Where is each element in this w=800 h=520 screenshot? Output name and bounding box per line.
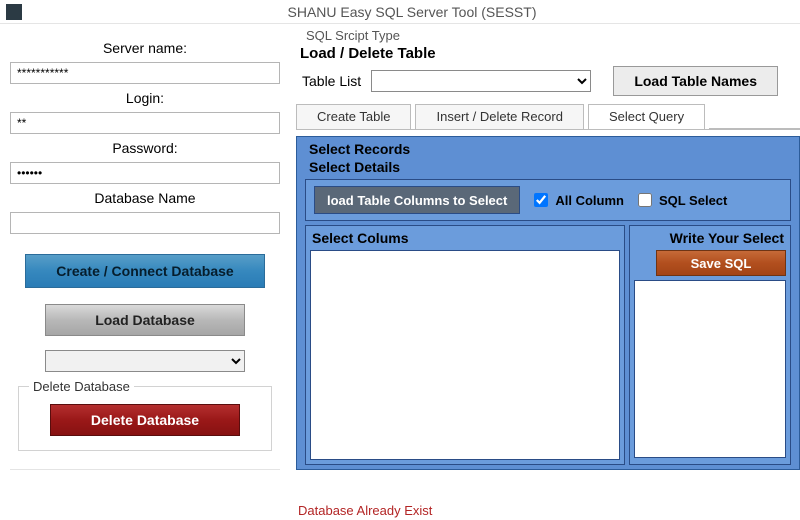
write-select-title: Write Your Select [634, 228, 786, 250]
database-name-input[interactable] [10, 212, 280, 234]
tab-select-query[interactable]: Select Query [588, 104, 705, 129]
server-name-label: Server name: [10, 40, 280, 56]
write-select-group: Write Your Select Save SQL [629, 225, 791, 465]
select-columns-group: Select Colums [305, 225, 625, 465]
sql-select-checkbox[interactable] [638, 193, 652, 207]
all-column-checkbox-text: All Column [555, 193, 624, 208]
table-list-label: Table List [302, 73, 361, 89]
delete-database-group: Delete Database Delete Database [18, 386, 272, 451]
sql-select-checkbox-label[interactable]: SQL Select [634, 190, 727, 210]
table-list-dropdown[interactable] [371, 70, 591, 92]
all-column-checkbox-label[interactable]: All Column [530, 190, 624, 210]
database-name-label: Database Name [10, 190, 280, 206]
sql-tabs: Create Table Insert / Delete Record Sele… [296, 104, 800, 130]
load-table-columns-button[interactable]: load Table Columns to Select [314, 186, 520, 214]
server-name-input[interactable] [10, 62, 280, 84]
all-column-checkbox[interactable] [534, 193, 548, 207]
select-details-title: Select Details [301, 159, 795, 179]
sql-select-checkbox-text: SQL Select [659, 193, 727, 208]
status-text: Database Already Exist [298, 503, 432, 518]
tab-create-table[interactable]: Create Table [296, 104, 411, 129]
window-title: SHANU Easy SQL Server Tool (SESST) [30, 4, 794, 20]
password-input[interactable] [10, 162, 280, 184]
select-records-title: Select Records [301, 139, 795, 159]
login-input[interactable] [10, 112, 280, 134]
select-query-pane: Select Records Select Details load Table… [296, 136, 800, 470]
password-label: Password: [10, 140, 280, 156]
database-dropdown[interactable] [45, 350, 245, 372]
select-columns-list[interactable] [310, 250, 620, 460]
sql-script-panel: SQL Srcipt Type Load / Delete Table Tabl… [290, 24, 800, 520]
select-columns-title: Select Colums [310, 228, 620, 250]
app-icon [6, 4, 22, 20]
load-database-button[interactable]: Load Database [45, 304, 245, 336]
load-delete-table-title: Load / Delete Table [300, 45, 800, 62]
tab-insert-delete-record[interactable]: Insert / Delete Record [415, 104, 583, 129]
create-connect-database-button[interactable]: Create / Connect Database [25, 254, 265, 288]
delete-database-button[interactable]: Delete Database [50, 404, 240, 436]
sql-script-type-label: SQL Srcipt Type [306, 28, 800, 43]
connection-panel: Server name: Login: Password: Database N… [0, 24, 290, 520]
left-footer-hint [10, 469, 280, 478]
select-details-toolbar: load Table Columns to Select All Column … [305, 179, 791, 221]
load-table-names-button[interactable]: Load Table Names [613, 66, 778, 96]
login-label: Login: [10, 90, 280, 106]
delete-database-group-title: Delete Database [29, 379, 134, 394]
save-sql-button[interactable]: Save SQL [656, 250, 786, 276]
write-select-textarea[interactable] [634, 280, 786, 458]
